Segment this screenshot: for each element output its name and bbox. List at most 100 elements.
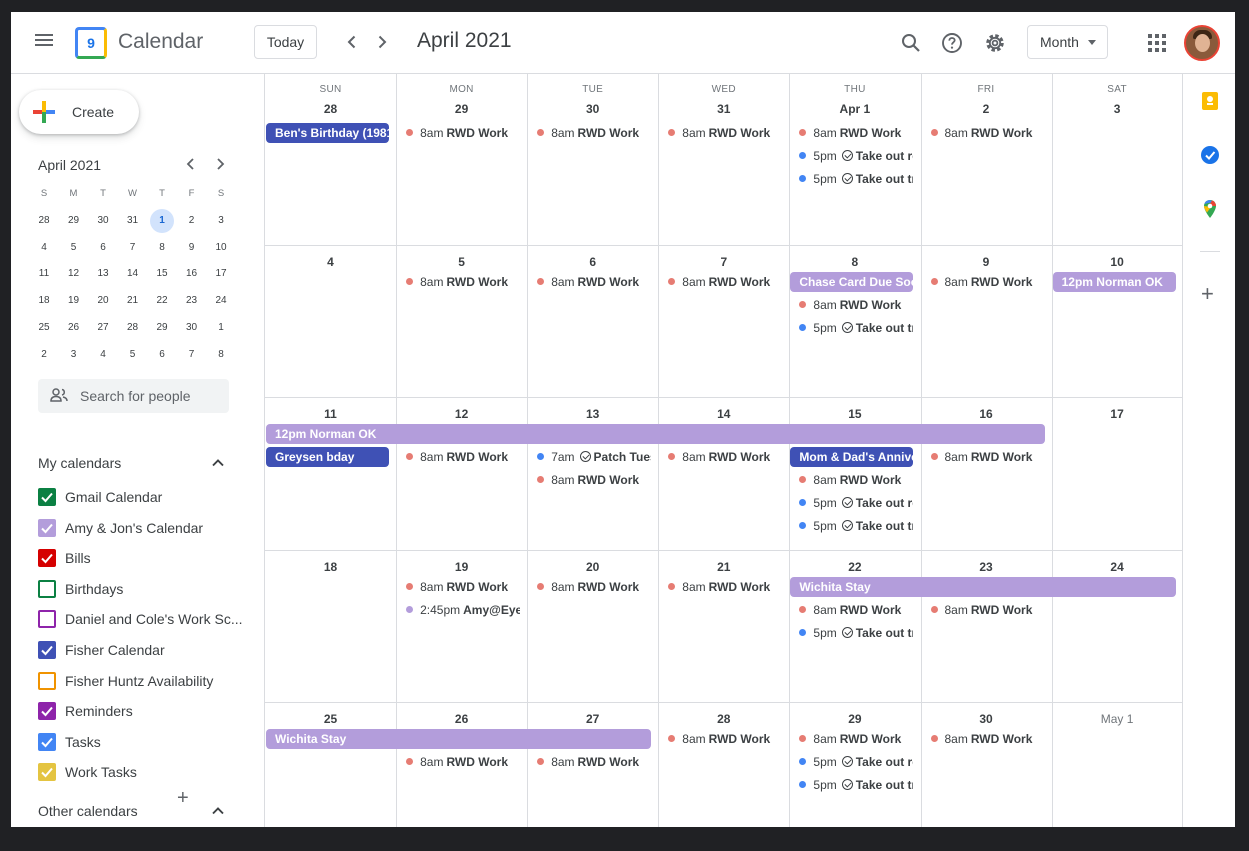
calendar-item[interactable]: Reminders (38, 699, 253, 723)
mini-day[interactable]: 22 (150, 289, 174, 313)
view-selector-dropdown[interactable]: Month (1027, 25, 1108, 59)
day-number[interactable]: 6 (527, 255, 658, 269)
mini-day[interactable]: 13 (91, 262, 115, 286)
day-number[interactable]: 27 (527, 712, 658, 726)
mini-day[interactable]: 14 (121, 262, 145, 286)
mini-day[interactable]: 17 (209, 262, 233, 286)
mini-day[interactable]: 28 (32, 209, 56, 233)
timed-event[interactable]: 8am RWD Work (790, 600, 913, 620)
mini-day[interactable]: 4 (32, 236, 56, 260)
mini-day[interactable]: 20 (91, 289, 115, 313)
checkbox-unchecked-icon[interactable] (38, 671, 56, 690)
timed-event[interactable]: 8am RWD Work (528, 752, 651, 772)
task-event[interactable]: 7am Patch Tuesday (528, 447, 651, 467)
day-number[interactable]: 19 (396, 560, 527, 574)
other-calendars-title[interactable]: Other calendars (38, 803, 138, 819)
mini-day[interactable]: 5 (121, 343, 145, 367)
day-number[interactable]: 30 (527, 102, 658, 116)
mini-day[interactable]: 27 (91, 316, 115, 340)
keep-icon[interactable] (1199, 90, 1221, 112)
checkbox-checked-icon[interactable] (38, 518, 56, 537)
timed-event[interactable]: 8am RWD Work (397, 123, 520, 143)
mini-day[interactable]: 21 (121, 289, 145, 313)
account-avatar[interactable] (1184, 25, 1220, 61)
day-number[interactable]: 2 (921, 102, 1052, 116)
timed-event[interactable]: 8am RWD Work (659, 123, 782, 143)
day-number[interactable]: 18 (265, 560, 396, 574)
calendar-item[interactable]: Bills (38, 546, 253, 570)
mini-day[interactable]: 2 (32, 343, 56, 367)
mini-day[interactable]: 9 (180, 236, 204, 260)
chevron-right-icon[interactable] (369, 29, 395, 55)
timed-event[interactable]: 8am RWD Work (659, 272, 782, 292)
event-chip[interactable]: Wichita Stay (790, 577, 1176, 597)
mini-day[interactable]: 10 (209, 236, 233, 260)
timed-event[interactable]: 8am RWD Work (397, 577, 520, 597)
timed-event[interactable]: 8am RWD Work (922, 447, 1045, 467)
timed-event[interactable]: 8am RWD Work (397, 272, 520, 292)
day-number[interactable]: 20 (527, 560, 658, 574)
timed-event[interactable]: 8am RWD Work (528, 123, 651, 143)
day-number[interactable]: 15 (789, 407, 920, 421)
mini-day[interactable]: 30 (91, 209, 115, 233)
timed-event[interactable]: 8am RWD Work (659, 577, 782, 597)
mini-day[interactable]: 2 (180, 209, 204, 233)
checkbox-checked-icon[interactable] (38, 641, 56, 659)
timed-event[interactable]: 8am RWD Work (528, 470, 651, 490)
task-event[interactable]: 5pm Take out trash (790, 623, 913, 643)
mini-day[interactable]: 18 (32, 289, 56, 313)
timed-event[interactable]: 8am RWD Work (397, 752, 520, 772)
calendar-item[interactable]: Amy & Jon's Calendar (38, 516, 253, 540)
day-number[interactable]: 4 (265, 255, 396, 269)
calendar-item[interactable]: Birthdays (38, 577, 253, 601)
app-title[interactable]: Calendar (118, 30, 203, 54)
mini-day[interactable]: 31 (121, 209, 145, 233)
mini-day[interactable]: 24 (209, 289, 233, 313)
day-number[interactable]: 11 (265, 407, 396, 421)
mini-day[interactable]: 6 (91, 236, 115, 260)
mini-day[interactable]: 5 (62, 236, 86, 260)
task-event[interactable]: 5pm Take out trash (790, 516, 913, 536)
mini-day[interactable]: 19 (62, 289, 86, 313)
day-number[interactable]: 30 (921, 712, 1052, 726)
mini-next-chevron-icon[interactable] (209, 153, 231, 175)
day-number[interactable]: 21 (658, 560, 789, 574)
calendar-item[interactable]: Gmail Calendar (38, 485, 253, 509)
create-button[interactable]: Create (19, 90, 139, 134)
timed-event[interactable]: 8am RWD Work (922, 729, 1045, 749)
mini-day[interactable]: 1 (209, 316, 233, 340)
mini-day[interactable]: 30 (180, 316, 204, 340)
day-number[interactable]: 12 (396, 407, 527, 421)
task-event[interactable]: 5pm Take out trash (790, 169, 913, 189)
mini-day[interactable]: 11 (32, 262, 56, 286)
day-number[interactable]: 7 (658, 255, 789, 269)
checkbox-checked-icon[interactable] (38, 488, 56, 506)
day-number[interactable]: 28 (658, 712, 789, 726)
today-button[interactable]: Today (254, 25, 317, 59)
get-addons-plus-icon[interactable]: + (1201, 281, 1214, 307)
task-event[interactable]: 5pm Take out recycling (790, 752, 913, 772)
main-menu-icon[interactable] (33, 31, 55, 53)
day-number[interactable]: 25 (265, 712, 396, 726)
calendar-item[interactable]: Daniel and Cole's Work Sc... (38, 607, 253, 631)
day-number[interactable]: 13 (527, 407, 658, 421)
timed-event[interactable]: 8am RWD Work (922, 272, 1045, 292)
timed-event[interactable]: 8am RWD Work (922, 123, 1045, 143)
mini-prev-chevron-icon[interactable] (180, 153, 202, 175)
mini-day[interactable]: 3 (62, 343, 86, 367)
other-calendars-chevron-up-icon[interactable] (209, 802, 227, 820)
day-number[interactable]: 8 (789, 255, 920, 269)
mini-day[interactable]: 8 (150, 236, 174, 260)
google-apps-icon[interactable] (1148, 34, 1166, 52)
mini-day[interactable]: 12 (62, 262, 86, 286)
checkbox-unchecked-icon[interactable] (38, 579, 56, 598)
day-number[interactable]: May 1 (1052, 712, 1183, 726)
tasks-icon[interactable] (1199, 144, 1221, 166)
day-number[interactable]: 22 (789, 560, 920, 574)
day-number[interactable]: 29 (789, 712, 920, 726)
day-number[interactable]: 31 (658, 102, 789, 116)
task-event[interactable]: 5pm Take out recycling (790, 146, 913, 166)
timed-event[interactable]: 8am RWD Work (790, 729, 913, 749)
day-number[interactable]: 26 (396, 712, 527, 726)
mini-day[interactable]: 6 (150, 343, 174, 367)
